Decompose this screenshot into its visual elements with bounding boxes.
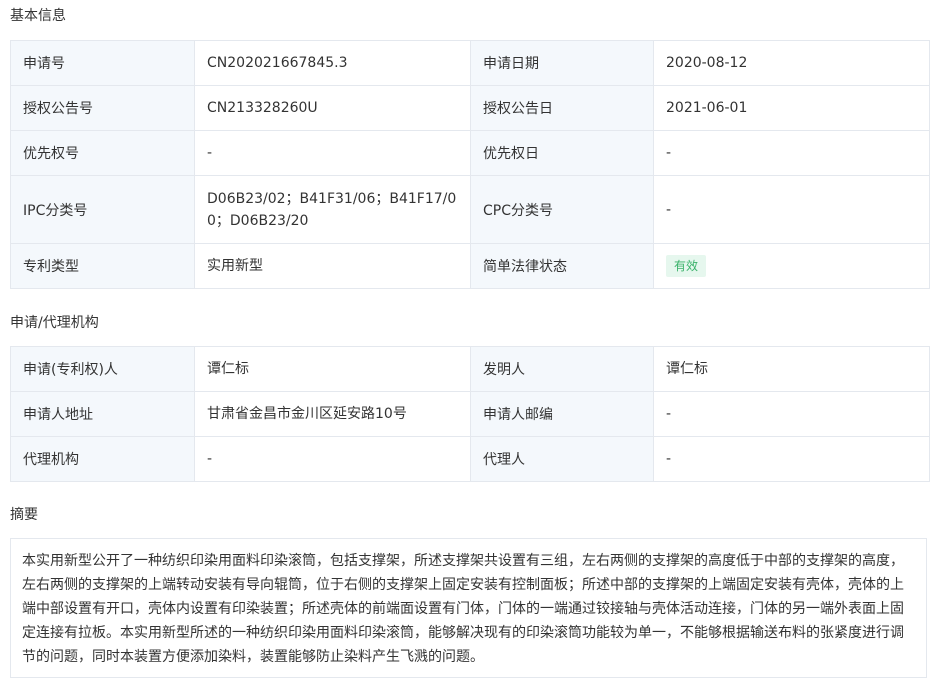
field-label: 优先权日: [470, 130, 654, 176]
field-value: 甘肃省金昌市金川区延安路10号: [194, 391, 471, 437]
field-value: 有效: [653, 243, 930, 289]
field-value: 谭仁标: [194, 346, 471, 392]
field-label: 申请日期: [470, 40, 654, 86]
field-label: 简单法律状态: [470, 243, 654, 289]
field-value: -: [194, 130, 471, 176]
field-label: 申请人地址: [10, 391, 195, 437]
table-row: 申请号 CN202021667845.3 申请日期 2020-08-12: [10, 40, 930, 86]
field-label: 专利类型: [10, 243, 195, 289]
status-badge: 有效: [666, 255, 707, 277]
field-label: 授权公告日: [470, 85, 654, 131]
field-value: -: [194, 436, 471, 482]
table-row: 专利类型 实用新型 简单法律状态 有效: [10, 243, 930, 289]
field-label: 发明人: [470, 346, 654, 392]
field-label: 代理人: [470, 436, 654, 482]
field-value: CN202021667845.3: [194, 40, 471, 86]
field-value: -: [653, 436, 930, 482]
field-label: 申请(专利权)人: [10, 346, 195, 392]
abstract-text: 本实用新型公开了一种纺织印染用面料印染滚筒，包括支撑架，所述支撑架共设置有三组，…: [10, 538, 927, 678]
field-value: CN213328260U: [194, 85, 471, 131]
agency-title: 申请/代理机构: [10, 315, 99, 331]
agency-table: 申请(专利权)人 谭仁标 发明人 谭仁标 申请人地址 甘肃省金昌市金川区延安路1…: [10, 346, 930, 482]
field-value: D06B23/02；B41F31/06；B41F17/00；D06B23/20: [194, 175, 471, 244]
field-value: -: [653, 130, 930, 176]
basic-info-title: 基本信息: [10, 8, 66, 24]
field-label: 申请人邮编: [470, 391, 654, 437]
field-value: 谭仁标: [653, 346, 930, 392]
field-label: 申请号: [10, 40, 195, 86]
field-value: 实用新型: [194, 243, 471, 289]
table-row: 代理机构 - 代理人 -: [10, 436, 930, 482]
table-row: 优先权号 - 优先权日 -: [10, 130, 930, 176]
field-value: -: [653, 391, 930, 437]
table-row: 申请(专利权)人 谭仁标 发明人 谭仁标: [10, 346, 930, 392]
table-row: 授权公告号 CN213328260U 授权公告日 2021-06-01: [10, 85, 930, 131]
field-label: IPC分类号: [10, 175, 195, 244]
table-row: 申请人地址 甘肃省金昌市金川区延安路10号 申请人邮编 -: [10, 391, 930, 437]
table-row: IPC分类号 D06B23/02；B41F31/06；B41F17/00；D06…: [10, 175, 930, 244]
field-value: 2021-06-01: [653, 85, 930, 131]
abstract-title: 摘要: [10, 507, 38, 523]
basic-info-table: 申请号 CN202021667845.3 申请日期 2020-08-12 授权公…: [10, 40, 930, 289]
field-label: 授权公告号: [10, 85, 195, 131]
field-label: 代理机构: [10, 436, 195, 482]
field-label: CPC分类号: [470, 175, 654, 244]
field-value: -: [653, 175, 930, 244]
field-value: 2020-08-12: [653, 40, 930, 86]
field-label: 优先权号: [10, 130, 195, 176]
